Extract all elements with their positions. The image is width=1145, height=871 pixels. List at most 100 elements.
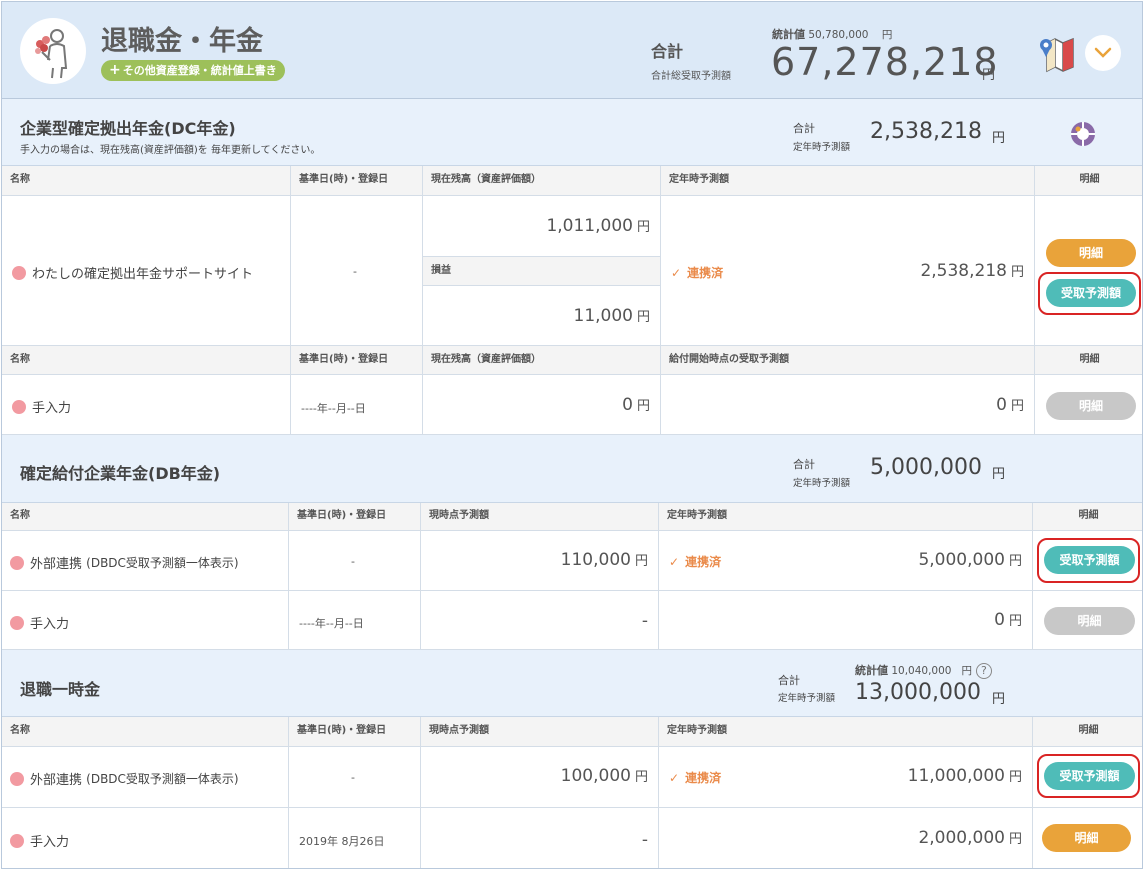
forecast-value: 2,000,000 円 <box>918 828 1022 848</box>
col-header-date: 基準日(時)・登録日 <box>289 503 421 531</box>
lump-sum-sublabel: 定年時予測額 <box>778 693 836 704</box>
table-row: 手入力 <box>2 591 289 650</box>
lump-statistic: 統計値 10,040,000 円? <box>855 662 992 679</box>
forecast-value: 2,538,218 円 <box>920 261 1024 281</box>
help-icon[interactable]: ? <box>975 663 992 679</box>
col-header-date: 基準日(時)・登録日 <box>291 346 423 375</box>
check-icon: ✓ <box>671 266 682 280</box>
registration-date: - <box>351 771 355 784</box>
db-sum-unit: 円 <box>992 467 1006 482</box>
lump-table: 名称 基準日(時)・登録日 現時点予測額 定年時予測額 明細 外部連携 (DBD… <box>2 717 1142 868</box>
table-row: わたしの確定拠出年金サポートサイト <box>2 196 291 346</box>
col-header-current: 現時点予測額 <box>421 503 659 531</box>
dc-sum-value: 2,538,218 <box>870 119 982 144</box>
total-label: 合計 <box>651 42 684 61</box>
registration-date: - <box>351 555 355 568</box>
add-other-assets-button[interactable]: + その他資産登録・統計値上書き <box>101 60 285 81</box>
map-icon[interactable] <box>1037 35 1077 73</box>
detail-button[interactable]: 明細 <box>1042 824 1131 852</box>
profit-value: 11,000 円 <box>573 306 651 326</box>
retirement-pension-panel: 退職金・年金 + その他資産登録・統計値上書き 合計 合計総受取予測額 統計値 5… <box>1 1 1143 869</box>
account-name: わたしの確定拠出年金サポートサイト <box>12 263 253 282</box>
dc-section-note: 手入力の場合は、現在残高(資産評価額)を 毎年更新してください。 <box>20 145 321 156</box>
dc-sum-unit: 円 <box>992 131 1006 146</box>
col-header-date: 基準日(時)・登録日 <box>289 717 421 747</box>
balance-value: 0円 <box>622 395 650 415</box>
col-header-detail: 明細 <box>1033 503 1142 531</box>
total-value: 67,278,218 <box>771 40 999 84</box>
status-dot-icon <box>12 265 26 280</box>
linked-status: ✓ 連携済 <box>669 771 722 785</box>
current-value: 100,000 円 <box>560 766 648 786</box>
collapse-toggle[interactable] <box>1085 35 1121 71</box>
lump-sum-value: 13,000,000 <box>855 680 981 705</box>
current-value: - <box>641 830 648 850</box>
col-header-forecast: 定年時予測額 <box>659 503 1033 531</box>
db-table: 名称 基準日(時)・登録日 現時点予測額 定年時予測額 明細 外部連携 (DBD… <box>2 503 1142 650</box>
table-row: 手入力 <box>2 808 289 868</box>
profit-label: 損益 <box>423 257 661 286</box>
detail-button[interactable]: 明細 <box>1046 239 1136 267</box>
add-pill-label: その他資産登録・統計値上書き <box>122 64 277 77</box>
lump-sum-unit: 円 <box>992 692 1006 707</box>
col-header-current: 現時点予測額 <box>421 717 659 747</box>
db-sum-sublabel: 定年時予測額 <box>793 478 851 489</box>
col-header-name: 名称 <box>2 503 289 531</box>
registration-date: - <box>353 265 357 278</box>
current-value: 110,000 円 <box>560 550 648 570</box>
forecast-value: 0円 <box>994 610 1022 630</box>
current-value: - <box>641 611 648 631</box>
col-header-payout-forecast: 給付開始時点の受取予測額 <box>661 346 1035 375</box>
chevron-down-icon <box>1094 47 1112 58</box>
page-header: 退職金・年金 + その他資産登録・統計値上書き 合計 合計総受取予測額 統計値 5… <box>2 2 1142 99</box>
account-name: 外部連携 (DBDC受取予測額一体表示) <box>10 769 239 788</box>
dc-table: 名称 基準日(時)・登録日 現在残高（資産評価額） 定年時予測額 明細 わたしの… <box>2 166 1142 435</box>
table-row: 外部連携 (DBDC受取予測額一体表示) <box>2 531 289 591</box>
db-sum-label: 合計 <box>793 458 815 471</box>
dc-settings-icon[interactable] <box>1069 120 1097 148</box>
col-header-detail: 明細 <box>1035 166 1142 196</box>
forecast-value: 5,000,000 円 <box>918 550 1022 570</box>
lump-section-title: 退職一時金 <box>20 680 101 699</box>
dc-sum-label: 合計 <box>793 122 815 135</box>
forecast-value: 0円 <box>996 395 1024 415</box>
col-header-name: 名称 <box>2 717 289 747</box>
detail-button-disabled[interactable]: 明細 <box>1046 392 1136 420</box>
plus-icon: + <box>109 62 121 78</box>
col-header-detail: 明細 <box>1033 717 1142 747</box>
forecast-button[interactable]: 受取予測額 <box>1044 546 1135 574</box>
col-header-name: 名称 <box>2 346 291 375</box>
account-name: 手入力 <box>10 613 69 632</box>
status-dot-icon <box>10 555 24 570</box>
registration-date: ----年--月--日 <box>299 617 364 630</box>
total-unit: 円 <box>982 68 996 83</box>
dc-section-header: 企業型確定拠出年金(DC年金) 手入力の場合は、現在残高(資産評価額)を 毎年更… <box>2 99 1142 166</box>
col-header-date: 基準日(時)・登録日 <box>291 166 423 196</box>
db-sum-value: 5,000,000 <box>870 455 982 480</box>
forecast-button[interactable]: 受取予測額 <box>1046 279 1136 307</box>
check-icon: ✓ <box>669 555 680 569</box>
check-icon: ✓ <box>669 771 680 785</box>
forecast-button[interactable]: 受取予測額 <box>1044 762 1135 790</box>
table-row: 外部連携 (DBDC受取予測額一体表示) <box>2 747 289 808</box>
forecast-value: 11,000,000 円 <box>907 766 1022 786</box>
col-header-balance: 現在残高（資産評価額） <box>423 346 661 375</box>
dc-sum-sublabel: 定年時予測額 <box>793 142 851 153</box>
status-dot-icon <box>10 771 24 786</box>
col-header-detail: 明細 <box>1035 346 1142 375</box>
account-name: 手入力 <box>12 397 71 416</box>
col-header-balance: 現在残高（資産評価額） <box>423 166 661 196</box>
col-header-forecast: 定年時予測額 <box>661 166 1035 196</box>
total-sublabel: 合計総受取予測額 <box>651 71 731 82</box>
linked-status: ✓ 連携済 <box>671 266 724 280</box>
balance-value: 1,011,000 円 <box>546 216 650 236</box>
table-row: 手入力 <box>2 375 291 435</box>
status-dot-icon <box>10 615 24 630</box>
account-name: 手入力 <box>10 831 69 850</box>
db-section-header: 確定給付企業年金(DB年金) 合計 定年時予測額 5,000,000 円 <box>2 435 1142 503</box>
dc-section-title: 企業型確定拠出年金(DC年金) <box>20 119 236 138</box>
col-header-forecast: 定年時予測額 <box>659 717 1033 747</box>
detail-button-disabled[interactable]: 明細 <box>1044 607 1135 635</box>
registration-date: ----年--月--日 <box>301 402 366 415</box>
db-section-title: 確定給付企業年金(DB年金) <box>20 464 221 483</box>
